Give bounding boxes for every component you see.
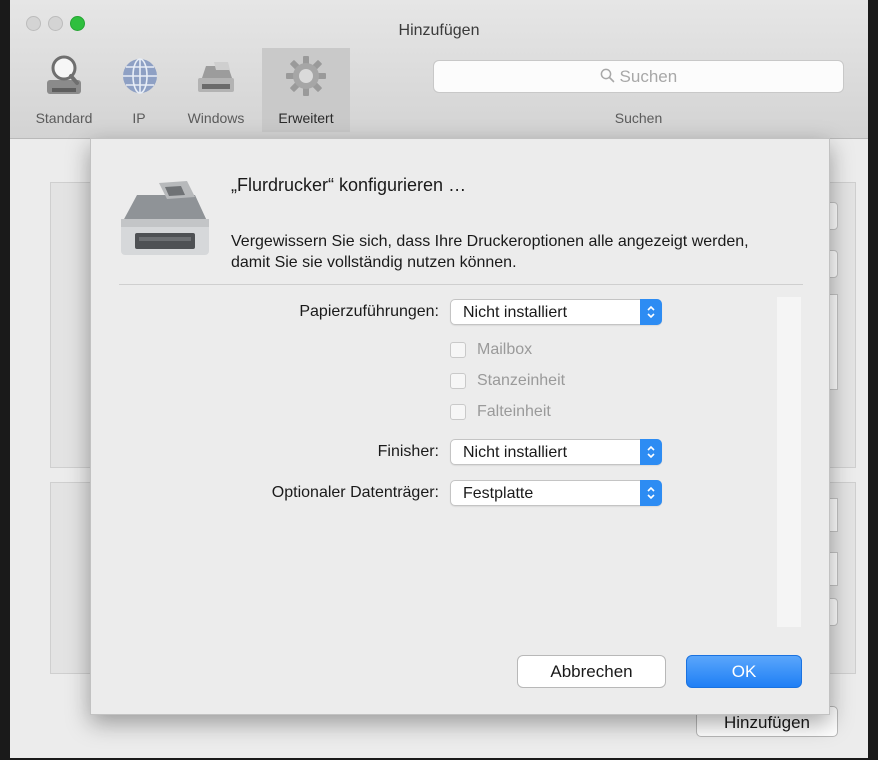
printer-icon (121, 181, 209, 255)
toolbar-item-windows[interactable]: Windows (170, 48, 262, 132)
toolbar-item-erweitert[interactable]: Erweitert (262, 48, 350, 132)
toolbar-label-windows: Windows (187, 110, 245, 126)
window-title: Hinzufügen (398, 22, 480, 39)
popup-arrows-icon (640, 439, 662, 465)
popup-arrows-icon (640, 480, 662, 506)
fold-unit-checkbox[interactable] (450, 404, 467, 421)
options-scrollbar[interactable] (777, 297, 801, 627)
finisher-popup[interactable]: Nicht installiert (450, 439, 662, 465)
paper-feed-popup[interactable]: Nicht installiert (450, 299, 662, 325)
divider (119, 284, 803, 285)
magnifier-printer-icon (47, 55, 81, 94)
mailbox-label: Mailbox (477, 341, 533, 358)
ok-button[interactable]: OK (686, 655, 802, 688)
titlebar: Hinzufügen Standard IP Windows Erweitert… (10, 0, 868, 139)
paper-feed-label: Papierzuführungen: (299, 303, 439, 320)
toolbar-item-standard[interactable]: Standard (20, 48, 108, 132)
search-icon (600, 68, 615, 83)
search-placeholder: Suchen (619, 67, 678, 86)
sheet-title: „Flurdrucker“ konfigurieren … (231, 175, 467, 195)
search-input[interactable]: Suchen (433, 60, 844, 93)
mailbox-checkbox[interactable] (450, 342, 467, 359)
globe-icon (123, 58, 157, 94)
toolbar-label-erweitert: Erweitert (278, 110, 334, 126)
storage-value: Festplatte (463, 485, 534, 502)
fold-unit-label: Falteinheit (477, 403, 551, 420)
finisher-value: Nicht installiert (463, 444, 568, 461)
finisher-label: Finisher: (377, 443, 439, 460)
paper-feed-value: Nicht installiert (463, 304, 568, 321)
toolbar-item-ip[interactable]: IP (108, 48, 170, 132)
punch-unit-checkbox[interactable] (450, 373, 467, 390)
configure-printer-sheet: „Flurdrucker“ konfigurieren … Vergewisse… (90, 138, 830, 715)
popup-arrows-icon (640, 299, 662, 325)
add-printer-window: Hinzufügen Standard IP Windows Erweitert… (10, 0, 868, 758)
storage-label: Optionaler Datenträger: (271, 484, 439, 501)
toolbar-label-standard: Standard (35, 110, 93, 126)
punch-unit-label: Stanzeinheit (477, 372, 566, 389)
toolbar-label-ip: IP (132, 110, 146, 126)
gear-icon (286, 56, 326, 96)
search-label: Suchen (614, 110, 663, 126)
storage-popup[interactable]: Festplatte (450, 480, 662, 506)
search-placeholder-wrap: Suchen (434, 67, 843, 87)
sheet-description: Vergewissern Sie sich, dass Ihre Drucker… (231, 233, 749, 271)
printer-icon (198, 62, 234, 92)
cancel-button[interactable]: Abbrechen (517, 655, 666, 688)
